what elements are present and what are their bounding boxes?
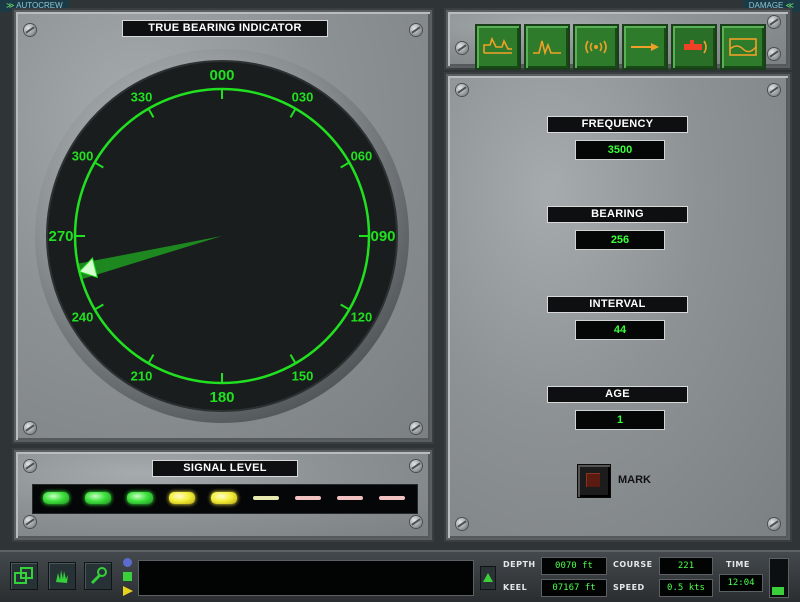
torpedo-track-icon — [631, 43, 659, 51]
chart-display-icon — [729, 38, 757, 56]
spectrum-analysis-icon — [533, 40, 561, 56]
signal-led — [379, 496, 405, 500]
waterfall-display-button[interactable] — [475, 24, 521, 70]
arrow-up-icon — [483, 573, 493, 582]
age-value: 1 — [575, 410, 665, 430]
stop-icon[interactable] — [123, 572, 132, 581]
power-gauge — [769, 558, 789, 598]
signal-led — [337, 496, 363, 500]
hand-wave-icon — [56, 570, 68, 583]
signal-led — [211, 492, 237, 504]
frequency-value: 3500 — [575, 140, 665, 160]
dial-label-210: 210 — [131, 368, 153, 383]
damage-label: DAMAGE — [748, 1, 784, 10]
screw-icon — [768, 16, 780, 28]
frequency-label: FREQUENCY — [547, 116, 688, 133]
course-value: 221 — [659, 557, 713, 575]
chart-display-button[interactable] — [720, 24, 766, 70]
contact-track-icon — [684, 40, 707, 54]
waterfall-display-icon — [483, 36, 512, 54]
time-label: TIME — [726, 560, 750, 569]
scroll-up-button[interactable] — [480, 566, 496, 590]
wrench-icon — [90, 567, 107, 585]
screw-icon — [768, 48, 780, 60]
screw-icon — [456, 84, 468, 96]
bearing-scope: 000 030 060 090 120 150 180 210 240 270 300 330 — [35, 49, 409, 423]
dial-label-150: 150 — [292, 368, 314, 383]
sim-controls — [122, 558, 134, 598]
damage-chevron-icon: ≪ — [785, 1, 794, 10]
signal-led — [85, 492, 111, 504]
windows-button[interactable] — [10, 562, 38, 590]
crew-button[interactable] — [48, 562, 76, 590]
message-display — [138, 560, 474, 596]
screw-icon — [24, 516, 36, 528]
sonar-ping-button[interactable] — [573, 24, 619, 70]
bearing-panel: TRUE BEARING INDICATOR 000 030 060 090 120 15… — [14, 10, 432, 442]
readout-panel: FREQUENCY 3500 BEARING 256 INTERVAL 44 A… — [446, 74, 790, 540]
signal-led — [169, 492, 195, 504]
mark-button[interactable] — [577, 464, 611, 498]
bearing-panel-title: TRUE BEARING INDICATOR — [122, 20, 328, 37]
interval-label: INTERVAL — [547, 296, 688, 313]
tools-button[interactable] — [84, 562, 112, 590]
time-value: 12:04 — [719, 574, 763, 592]
dial-label-000: 000 — [209, 67, 234, 84]
toolbar-panel — [446, 10, 790, 70]
screw-icon — [410, 24, 422, 36]
screw-icon — [768, 84, 780, 96]
play-icon[interactable] — [123, 586, 133, 596]
depth-label: DEPTH — [503, 560, 536, 569]
dial-label-030: 030 — [292, 90, 314, 105]
screw-icon — [410, 460, 422, 472]
dial-label-330: 330 — [131, 90, 153, 105]
screw-icon — [456, 42, 468, 54]
sonar-ping-icon — [585, 40, 607, 54]
mark-button-lamp — [586, 473, 600, 487]
bearing-value: 256 — [575, 230, 665, 250]
age-label: AGE — [547, 386, 688, 403]
spectrum-analysis-button[interactable] — [524, 24, 570, 70]
dial-label-090: 090 — [370, 228, 395, 245]
dial-label-270: 270 — [48, 228, 73, 245]
interval-value: 44 — [575, 320, 665, 340]
signal-led — [253, 496, 279, 500]
dial-label-240: 240 — [72, 310, 94, 325]
keel-label: KEEL — [503, 583, 528, 592]
signal-panel-title: SIGNAL LEVEL — [152, 460, 298, 477]
signal-led — [295, 496, 321, 500]
signal-led-strip — [32, 484, 418, 514]
signal-led — [127, 492, 153, 504]
radio-icon[interactable] — [123, 558, 132, 567]
depth-value: 0070 ft — [541, 557, 607, 575]
bearing-label: BEARING — [547, 206, 688, 223]
dial-label-180: 180 — [209, 389, 234, 406]
mark-label: MARK — [618, 474, 651, 486]
power-gauge-fill — [772, 587, 784, 595]
autocrew-chevron-icon: ≫ — [6, 1, 15, 10]
autocrew-label: AUTOCREW — [16, 1, 63, 10]
keel-value: 07167 ft — [541, 579, 607, 597]
status-bar: DEPTH 0070 ft KEEL 07167 ft COURSE 221 S… — [0, 550, 800, 602]
speed-value: 0.5 kts — [659, 579, 713, 597]
screw-icon — [768, 518, 780, 530]
dial-label-300: 300 — [72, 149, 94, 164]
speed-label: SPEED — [613, 583, 645, 592]
screw-icon — [24, 24, 36, 36]
screw-icon — [24, 460, 36, 472]
contact-track-button[interactable] — [671, 24, 717, 70]
signal-led — [43, 492, 69, 504]
dial-label-120: 120 — [351, 310, 373, 325]
dial-label-060: 060 — [351, 149, 373, 164]
screw-icon — [410, 516, 422, 528]
torpedo-track-button[interactable] — [622, 24, 668, 70]
windows-icon — [14, 567, 33, 584]
signal-panel: SIGNAL LEVEL — [14, 450, 432, 540]
course-label: COURSE — [613, 560, 653, 569]
screw-icon — [456, 518, 468, 530]
